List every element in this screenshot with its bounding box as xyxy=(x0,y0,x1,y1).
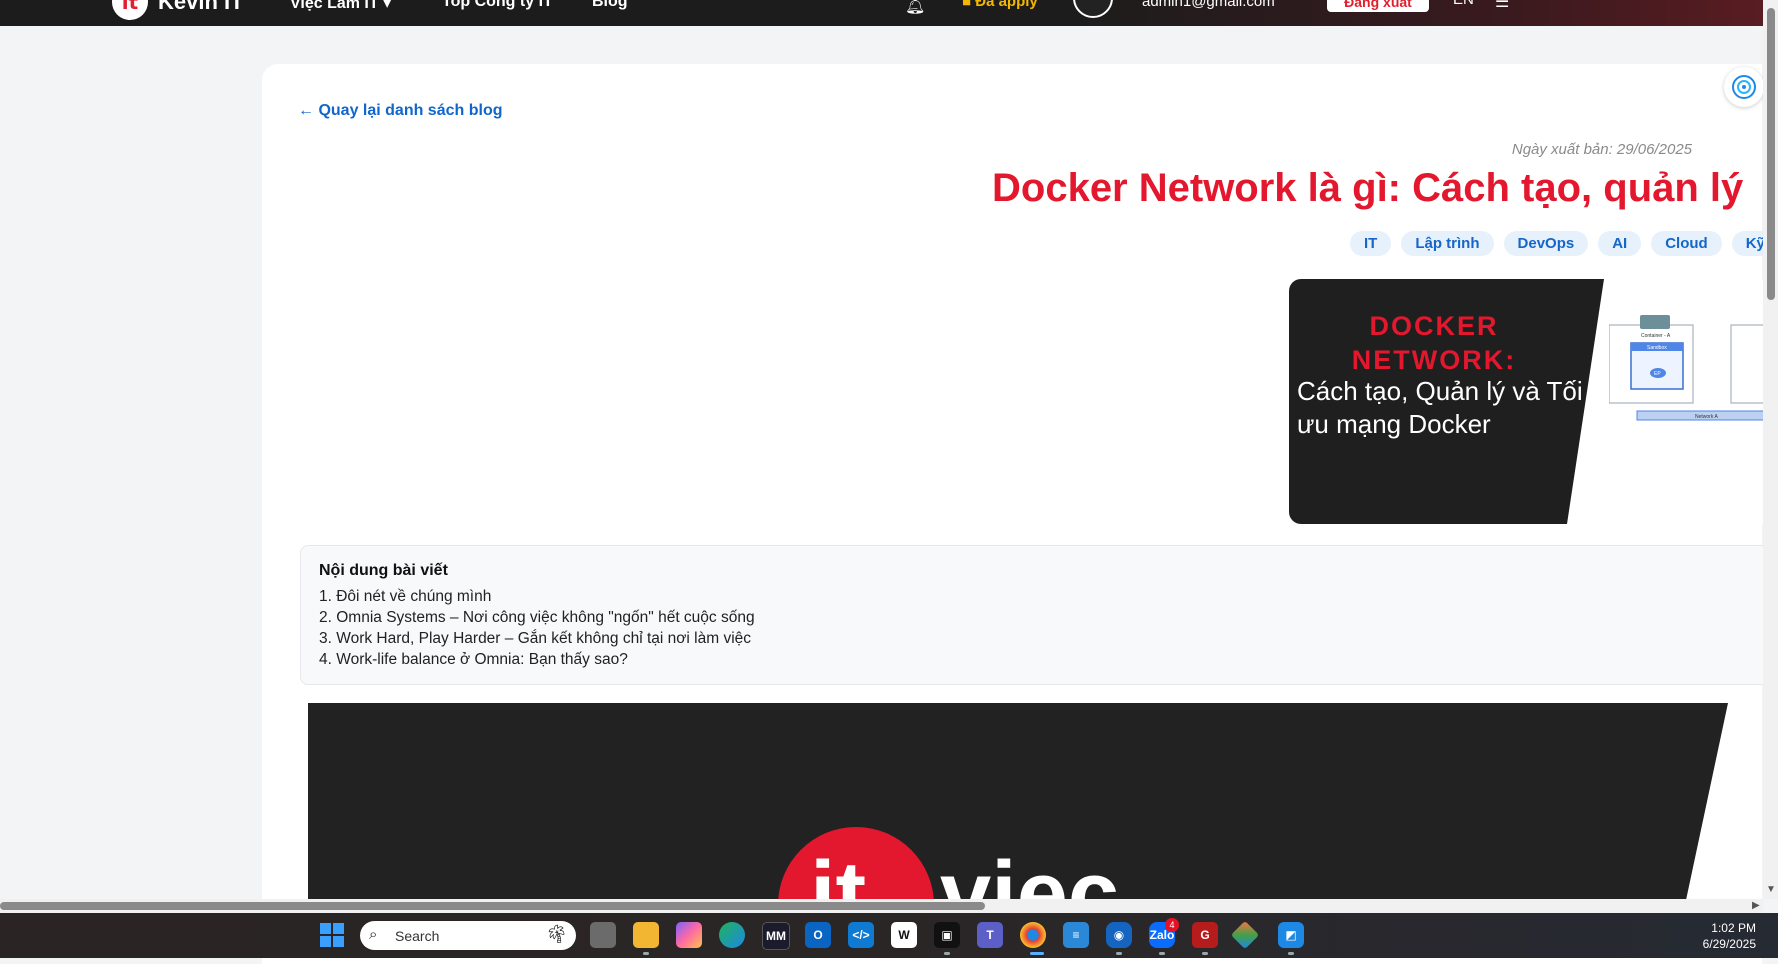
back-to-blog-link[interactable]: ← Quay lại danh sách blog xyxy=(298,102,502,120)
assistant-button[interactable] xyxy=(1724,67,1764,107)
nav-applied[interactable]: ■ Đã apply xyxy=(962,0,1038,10)
remote-desktop-icon[interactable]: ◩ xyxy=(1278,922,1304,948)
diagram-label-container: Container - A xyxy=(1641,333,1671,339)
tag-devops[interactable]: DevOps xyxy=(1503,231,1589,256)
logout-button[interactable]: Đăng xuất xyxy=(1327,0,1429,12)
running-indicator xyxy=(944,952,950,955)
tag-cloud[interactable]: Cloud xyxy=(1651,231,1722,256)
briefcase-icon: ■ xyxy=(962,0,972,10)
horizontal-scrollbar[interactable] xyxy=(0,899,1763,913)
menu-icon[interactable]: ☰ xyxy=(1495,0,1509,12)
w-app-icon[interactable]: W xyxy=(891,922,917,948)
zalo-badge: 4 xyxy=(1165,918,1179,932)
vertical-scroll-thumb[interactable] xyxy=(1767,8,1775,300)
top-navbar: it Kevin IT Việc Làm IT ▾ Top Công ty IT… xyxy=(0,0,1778,26)
hero-heading: DOCKER NETWORK: xyxy=(1351,311,1517,375)
article-image: it viec xyxy=(308,703,1728,903)
toc-item[interactable]: 2. Omnia Systems – Nơi công việc không "… xyxy=(319,607,755,628)
bell-icon[interactable]: 🔔︎ xyxy=(905,0,925,16)
file-explorer-icon[interactable] xyxy=(633,922,659,948)
brand-logo: it xyxy=(112,0,148,20)
taskbar-search[interactable]: ⌕ Search 🌴︎ xyxy=(360,921,576,950)
scroll-down-arrow-icon[interactable]: ▼ xyxy=(1766,884,1776,895)
windows-start-icon[interactable] xyxy=(320,923,344,947)
running-indicator xyxy=(1116,952,1122,955)
git-app-icon[interactable] xyxy=(1230,920,1260,950)
toc-item[interactable]: 3. Work Hard, Play Harder – Gắn kết khôn… xyxy=(319,628,755,649)
running-indicator xyxy=(1288,952,1294,955)
nav-companies[interactable]: Top Công ty IT xyxy=(442,0,553,11)
scroll-right-arrow-icon[interactable]: ▶ xyxy=(1752,900,1760,911)
task-view-icon[interactable] xyxy=(590,922,616,948)
running-indicator xyxy=(1202,952,1208,955)
language-switch[interactable]: EN xyxy=(1453,0,1474,8)
taskbar-search-placeholder: Search xyxy=(395,928,440,944)
edge-icon[interactable] xyxy=(719,922,745,948)
running-indicator xyxy=(643,952,649,955)
tag-programming[interactable]: Lập trình xyxy=(1401,231,1494,256)
running-indicator xyxy=(1159,952,1165,955)
diagram-label-ep: EP xyxy=(1654,371,1661,377)
shield-icon[interactable]: ◉ xyxy=(1106,922,1132,948)
article-title: Docker Network là gì: Cách tạo, quản lý xyxy=(992,166,1744,210)
diagram-label-network: Network A xyxy=(1695,414,1718,420)
brand-name: Kevin IT xyxy=(158,0,244,14)
search-icon: ⌕ xyxy=(369,926,378,943)
active-indicator xyxy=(1030,952,1044,955)
toc-title: Nội dung bài viết xyxy=(319,562,448,579)
nav-blog[interactable]: Blog xyxy=(592,0,628,11)
clock-time: 1:02 PM xyxy=(1711,921,1756,935)
copilot-icon[interactable] xyxy=(676,922,702,948)
mm-app-icon[interactable]: MM xyxy=(762,922,790,950)
vertical-scrollbar[interactable] xyxy=(1763,0,1778,899)
hero-subheading: Cách tạo, Quản lý và Tối ưu mạng Docker xyxy=(1297,376,1583,439)
tag-list: IT Lập trình DevOps AI Cloud Kỹ xyxy=(1350,231,1778,256)
table-of-contents: Nội dung bài viết 1. Đôi nét về chúng mì… xyxy=(300,545,1778,685)
outlook-icon[interactable]: O xyxy=(805,922,831,948)
terminal-app-icon[interactable]: ▣ xyxy=(934,922,960,948)
publish-date: Ngày xuất bản: 29/06/2025 xyxy=(1511,141,1692,158)
system-clock[interactable]: 1:02 PM 6/29/2025 xyxy=(1703,920,1756,952)
hero-image: DOCKER NETWORK: Cách tạo, Quản lý và Tối… xyxy=(1289,279,1778,524)
toc-item[interactable]: 4. Work-life balance ở Omnia: Bạn thấy s… xyxy=(319,649,755,670)
chrome-icon[interactable] xyxy=(1020,922,1046,948)
network-diagram: Container - A Sandbox EP Network A xyxy=(1609,315,1778,421)
teams-icon[interactable]: T xyxy=(977,922,1003,948)
diagram-label-sandbox: Sandbox xyxy=(1647,345,1667,351)
taskbar: ⌕ Search 🌴︎ MM O </> W ▣ T ≡ ◉ Zalo 4 G … xyxy=(0,913,1778,958)
vscode-icon[interactable]: </> xyxy=(848,922,874,948)
brand[interactable]: it Kevin IT xyxy=(112,0,244,20)
horizontal-scroll-thumb[interactable] xyxy=(0,902,985,910)
nav-applied-label: Đã apply xyxy=(975,0,1038,10)
garena-icon[interactable]: G xyxy=(1192,922,1218,948)
palm-tree-icon: 🌴︎ xyxy=(545,924,568,944)
itviec-logo-it: it xyxy=(810,843,866,903)
toc-item[interactable]: 1. Đôi nét về chúng mình xyxy=(319,586,755,607)
tag-it[interactable]: IT xyxy=(1350,231,1392,256)
itviec-logo: it viec xyxy=(778,827,1119,903)
tag-ai[interactable]: AI xyxy=(1598,231,1642,256)
nav-jobs[interactable]: Việc Làm IT ▾ xyxy=(290,0,391,13)
avatar[interactable] xyxy=(1073,0,1113,18)
user-email: admin1@gmail.com xyxy=(1142,0,1275,10)
itviec-logo-viec: viec xyxy=(940,843,1119,903)
notepad-icon[interactable]: ≡ xyxy=(1063,922,1089,948)
clock-date: 6/29/2025 xyxy=(1702,937,1756,951)
spiral-icon xyxy=(1732,75,1756,99)
toc-list: 1. Đôi nét về chúng mình 2. Omnia System… xyxy=(319,586,755,670)
